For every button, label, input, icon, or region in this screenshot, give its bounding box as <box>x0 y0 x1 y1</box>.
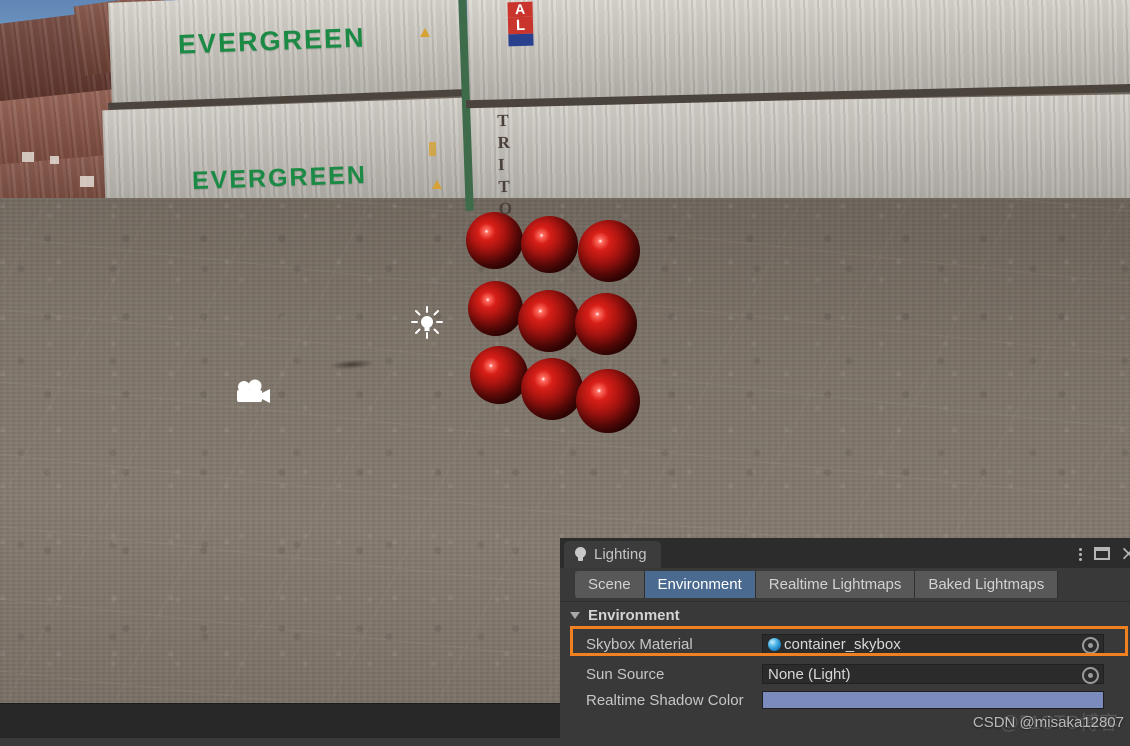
sun-source-field[interactable]: None (Light) <box>762 664 1104 684</box>
sphere-6[interactable] <box>575 293 637 355</box>
logo-band-blue <box>508 33 534 47</box>
chevron-down-icon[interactable] <box>570 612 580 619</box>
camera-icon <box>237 379 270 403</box>
tab-scene-label: Scene <box>588 576 631 593</box>
container-logo-al: A L <box>507 1 534 47</box>
tab-realtime-lightmaps-label: Realtime Lightmaps <box>768 576 902 593</box>
sphere-2[interactable] <box>521 216 578 273</box>
sphere-1[interactable] <box>466 212 523 269</box>
sun-source-value: None (Light) <box>768 665 851 683</box>
panel-header: Lighting × <box>560 538 1130 568</box>
sphere-8[interactable] <box>521 358 583 420</box>
container-placard-a <box>22 152 34 162</box>
logo-letter-a: A <box>507 1 533 18</box>
tab-realtime-lightmaps[interactable]: Realtime Lightmaps <box>755 571 916 598</box>
tab-environment[interactable]: Environment <box>644 571 756 598</box>
tab-scene[interactable]: Scene <box>575 571 645 598</box>
skybox-material-value: container_skybox <box>784 635 901 653</box>
warning-triangle-upper <box>420 28 430 37</box>
container-sticker-lower <box>429 142 436 156</box>
sphere-3[interactable] <box>578 220 640 282</box>
realtime-shadow-color-swatch[interactable] <box>762 691 1104 709</box>
tab-baked-lightmaps[interactable]: Baked Lightmaps <box>915 571 1059 598</box>
sun-source-label: Sun Source <box>586 665 665 683</box>
row-realtime-shadow-color: Realtime Shadow Color <box>560 689 1130 711</box>
maximize-icon[interactable] <box>1094 546 1111 560</box>
object-picker-icon-skybox[interactable] <box>1082 637 1099 654</box>
container-placard-b <box>50 156 59 164</box>
light-gizmo[interactable] <box>410 306 444 340</box>
section-title: Environment <box>588 607 680 624</box>
watermark: CSDN @misaka12807 <box>972 714 1124 731</box>
tab-environment-label: Environment <box>657 576 742 593</box>
object-picker-icon-sun[interactable] <box>1082 667 1099 684</box>
sphere-4[interactable] <box>468 281 523 336</box>
panel-header-icons: × <box>1072 538 1130 568</box>
skybox-material-label: Skybox Material <box>586 635 693 653</box>
kebab-menu-icon[interactable] <box>1072 545 1088 561</box>
panel-tab-label: Lighting <box>594 546 647 563</box>
panel-tabbar: Scene Environment Realtime Lightmaps Bak… <box>560 568 1130 601</box>
unity-editor-window: EVERGREEN EVERGREEN A L TRITO Lighting ×… <box>0 0 1130 746</box>
lightbulb-icon <box>575 547 586 562</box>
realtime-shadow-color-label: Realtime Shadow Color <box>586 691 744 709</box>
section-header-environment[interactable]: Environment <box>560 602 1130 629</box>
row-sun-source: Sun Source None (Light) <box>560 659 1130 689</box>
watermark-ghost: @51CTO博客 <box>999 713 1118 734</box>
tab-baked-lightmaps-label: Baked Lightmaps <box>928 576 1045 593</box>
evergreen-label-lower: EVERGREEN <box>191 160 368 196</box>
light-bulb-icon <box>411 306 443 339</box>
sphere-5[interactable] <box>518 290 580 352</box>
logo-letter-l: L <box>507 16 534 35</box>
warning-triangle-lower <box>432 180 442 189</box>
camera-gizmo[interactable] <box>234 378 272 410</box>
container-placard-c <box>80 176 94 187</box>
sphere-9[interactable] <box>576 369 640 433</box>
close-icon[interactable]: × <box>1120 543 1130 563</box>
lighting-panel: Lighting × Scene Environment Realtime Li… <box>560 538 1130 746</box>
editor-bottom-strip-lower <box>0 738 560 746</box>
sphere-7[interactable] <box>470 346 528 404</box>
row-skybox-material: Skybox Material container_skybox <box>560 626 1130 659</box>
material-preview-icon <box>768 637 781 651</box>
panel-tab-lighting[interactable]: Lighting <box>564 541 661 568</box>
skybox-material-field[interactable]: container_skybox <box>762 634 1104 654</box>
triton-label: TRITO <box>497 110 514 219</box>
